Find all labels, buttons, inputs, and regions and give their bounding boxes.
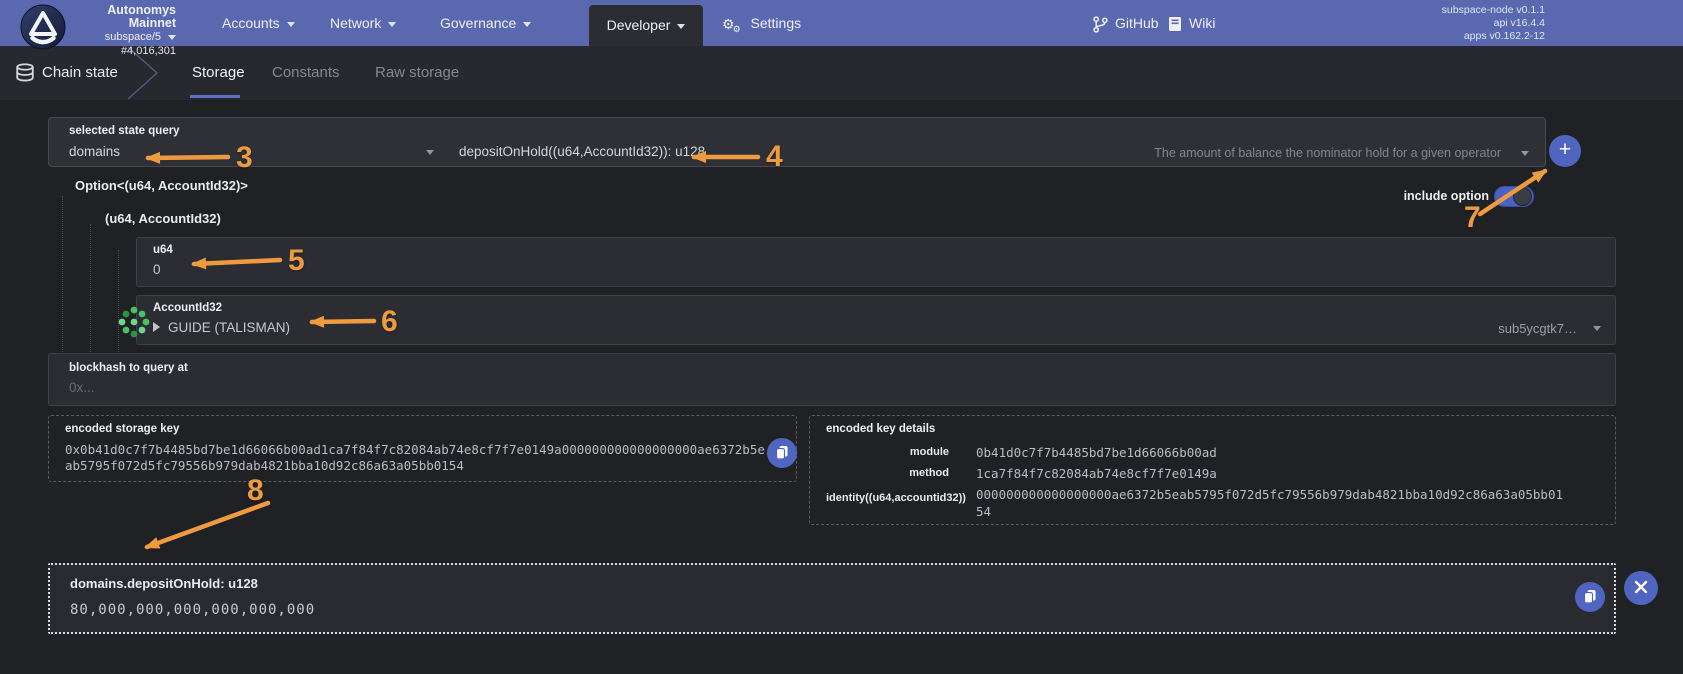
- chevron-down-icon: [1593, 326, 1601, 331]
- blockhash-box: blockhash to query at: [48, 353, 1616, 406]
- api-version: api v16.4.4: [1320, 17, 1545, 30]
- account-name-text: GUIDE (TALISMAN): [168, 320, 290, 335]
- menu-accounts-label: Accounts: [222, 15, 280, 31]
- tab-storage[interactable]: Storage: [192, 46, 245, 100]
- blockhash-label: blockhash to query at: [69, 362, 188, 374]
- expand-triangle-icon: [153, 322, 160, 332]
- option-type-label: Option<(u64, AccountId32)>: [75, 178, 248, 193]
- menu-governance-label: Governance: [440, 15, 516, 31]
- copy-icon: [1583, 589, 1597, 604]
- query-result-box: domains.depositOnHold: u128 80,000,000,0…: [48, 563, 1616, 634]
- result-label: domains.depositOnHold: u128: [70, 576, 258, 591]
- chevron-down-icon: [523, 22, 531, 27]
- gear-small-icon: ⚙: [733, 24, 741, 34]
- tab-constants[interactable]: Constants: [272, 46, 340, 100]
- chevron-down-icon: [388, 22, 396, 27]
- detail-module-value: 0b41d0c7f7b4485bd7be1d66066b00ad: [976, 444, 1576, 461]
- autonomys-logo[interactable]: [20, 4, 66, 50]
- include-option-label: include option: [1360, 189, 1489, 203]
- chevron-down-icon: [426, 150, 434, 155]
- encoded-storage-key-box: encoded storage key 0x0b41d0c7f7b4485bd7…: [48, 415, 797, 482]
- account-address-short[interactable]: sub5ycgtk7…: [1498, 321, 1577, 336]
- chevron-down-icon: [287, 22, 295, 27]
- best-block-number: #4,016,301: [66, 45, 176, 58]
- chain-selector[interactable]: subspace/5: [66, 31, 176, 44]
- query-label: selected state query: [69, 125, 180, 137]
- close-result-button[interactable]: [1624, 571, 1658, 605]
- encoded-key-details-label: encoded key details: [826, 423, 935, 435]
- wiki-label: Wiki: [1189, 15, 1215, 31]
- chevron-down-icon: [168, 35, 176, 40]
- account-identicon[interactable]: [116, 304, 152, 340]
- close-icon: [1634, 580, 1648, 594]
- blockhash-input[interactable]: [69, 380, 969, 395]
- version-info: subspace-node v0.1.1 api v16.4.4 apps v0…: [1320, 4, 1545, 43]
- menu-network[interactable]: Network: [330, 0, 396, 46]
- book-icon: [1168, 16, 1182, 32]
- chevron-down-icon: [1521, 151, 1529, 156]
- network-info: Autonomys Mainnet subspace/5 #4,016,301: [66, 4, 176, 58]
- chain-state-page: Autonomys Mainnet subspace/5 #4,016,301 …: [0, 0, 1683, 674]
- menu-developer-active[interactable]: Developer: [589, 5, 703, 46]
- param-account-label: AccountId32: [153, 302, 222, 314]
- copy-storage-key-button[interactable]: [767, 438, 797, 468]
- menu-settings[interactable]: ⚙⚙ Settings: [722, 0, 801, 46]
- git-branch-icon: [1093, 16, 1108, 33]
- autonomys-logo-icon: [20, 4, 66, 50]
- detail-identity-label: identity((u64,accountid32)): [826, 486, 949, 504]
- annotation-number-7: 7: [1464, 201, 1481, 235]
- node-version: subspace-node v0.1.1: [1320, 4, 1545, 17]
- encoded-key-details-box: encoded key details module 0b41d0c7f7b44…: [809, 415, 1616, 525]
- tab-bar: Chain state Storage Constants Raw storag…: [0, 46, 1683, 100]
- account-name-value[interactable]: GUIDE (TALISMAN): [153, 320, 290, 335]
- param-u64-box: u64 0: [136, 237, 1616, 287]
- menu-network-label: Network: [330, 15, 381, 31]
- param-indent-guide: [62, 196, 63, 352]
- param-account-box: AccountId32 GUIDE (TALISMAN) sub5ycgtk7…: [136, 295, 1616, 345]
- param-indent-guide: [90, 224, 91, 352]
- tab-raw-storage[interactable]: Raw storage: [375, 46, 459, 100]
- wiki-link[interactable]: Wiki: [1168, 0, 1215, 46]
- param-u64-label: u64: [153, 244, 173, 256]
- tuple-type-label: (u64, AccountId32): [105, 211, 221, 226]
- menu-governance[interactable]: Governance: [440, 0, 531, 46]
- chain-label: subspace/5: [105, 31, 161, 43]
- include-option-toggle[interactable]: [1494, 186, 1534, 207]
- add-query-button[interactable]: +: [1549, 135, 1581, 167]
- toggle-knob: [1513, 187, 1532, 206]
- chevron-down-icon: [677, 24, 685, 29]
- top-navbar: Autonomys Mainnet subspace/5 #4,016,301 …: [0, 0, 1683, 46]
- database-icon: [15, 63, 35, 83]
- network-name: Autonomys Mainnet: [66, 4, 176, 30]
- copy-icon: [775, 445, 789, 460]
- detail-module-label: module: [826, 444, 949, 458]
- encoded-storage-key-value: 0x0b41d0c7f7b4485bd7be1d66066b00ad1ca7f8…: [65, 442, 768, 474]
- active-tab-underline: [190, 95, 240, 98]
- menu-accounts[interactable]: Accounts: [222, 0, 295, 46]
- copy-result-button[interactable]: [1575, 582, 1605, 612]
- result-value: 80,000,000,000,000,000,000: [70, 602, 315, 618]
- annotation-arrow-8: [147, 503, 268, 547]
- method-select[interactable]: depositOnHold((u64,AccountId32)): u128: [459, 144, 705, 159]
- menu-developer-label: Developer: [607, 17, 671, 33]
- encoded-storage-key-label: encoded storage key: [65, 423, 179, 435]
- param-u64-input[interactable]: 0: [153, 262, 161, 277]
- pallet-select[interactable]: domains: [69, 144, 120, 159]
- github-link[interactable]: GitHub: [1093, 0, 1159, 46]
- github-label: GitHub: [1115, 15, 1159, 31]
- state-query-box: selected state query domains depositOnHo…: [48, 117, 1546, 167]
- method-description: The amount of balance the nominator hold…: [1154, 146, 1501, 160]
- detail-method-label: method: [826, 465, 949, 479]
- apps-version: apps v0.162.2-12: [1320, 30, 1545, 43]
- menu-settings-label: Settings: [751, 15, 802, 31]
- detail-method-value: 1ca7f84f7c82084ab74e8cf7f7e0149a: [976, 465, 1576, 482]
- detail-identity-value: 000000000000000000ae6372b5eab5795f072d5f…: [976, 486, 1566, 520]
